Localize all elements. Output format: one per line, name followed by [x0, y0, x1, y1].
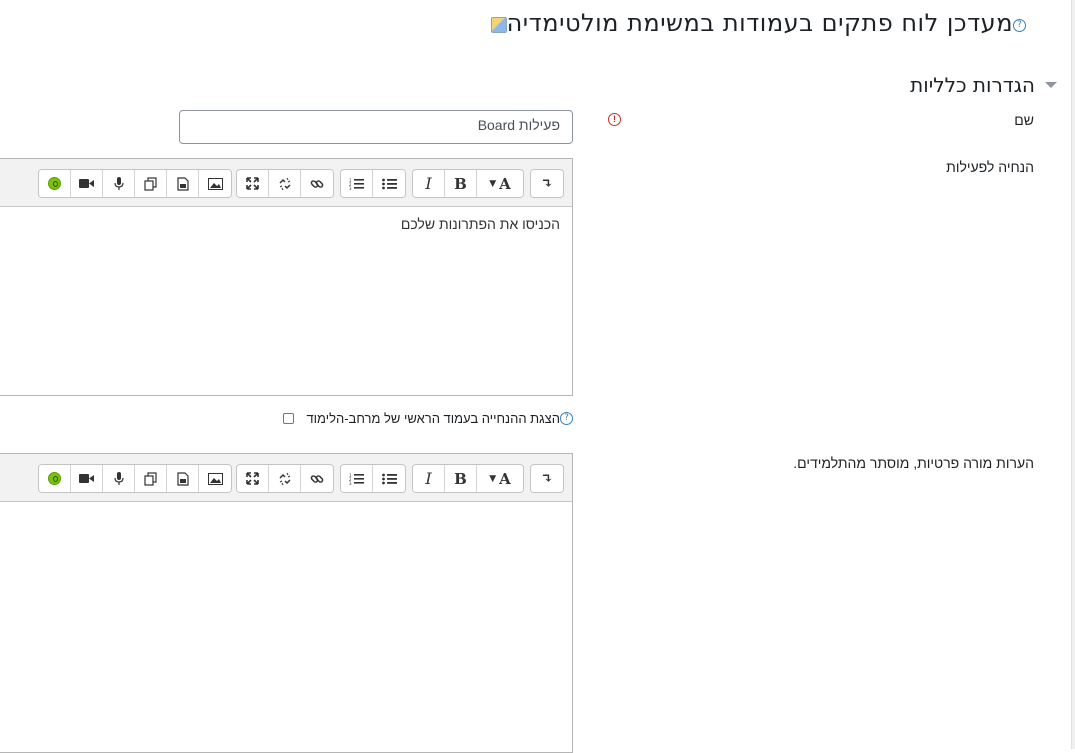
help-icon[interactable]: ? [560, 412, 573, 425]
window-edge [1071, 0, 1075, 749]
media-icon[interactable] [167, 170, 199, 197]
required-icon: ! [608, 113, 621, 126]
record-audio-icon[interactable] [103, 465, 135, 492]
toolbar-group-toggle: ↴ [530, 169, 564, 198]
toggle-toolbar-icon[interactable]: ↴ [531, 170, 563, 197]
toolbar-group-media [38, 464, 232, 493]
font-style-icon[interactable]: ▼ A [477, 465, 523, 492]
page-header: מעדכן לוח פתקים בעמודות במשימת מולטימדיה… [485, 9, 1030, 37]
unordered-list-icon[interactable] [373, 465, 405, 492]
intro-editor: 123 I B ▼ A ↴ הכניסו את הפתרונות שלכם [0, 158, 573, 396]
ordered-list-icon[interactable]: 123 [341, 465, 373, 492]
toolbar-group-links [236, 169, 334, 198]
record-video-icon[interactable] [71, 170, 103, 197]
chevron-down-icon [1045, 82, 1057, 88]
svg-text:3: 3 [349, 186, 352, 190]
media-icon[interactable] [167, 465, 199, 492]
image-icon[interactable] [199, 465, 231, 492]
name-label: שם [1014, 112, 1034, 128]
link-icon[interactable] [301, 465, 333, 492]
ordered-list-icon[interactable]: 123 [341, 170, 373, 197]
toolbar-group-toggle: ↴ [530, 464, 564, 493]
link-icon[interactable] [301, 170, 333, 197]
bold-icon[interactable]: B [445, 465, 477, 492]
record-audio-icon[interactable] [103, 170, 135, 197]
editor-toolbar: 123 I B ▼ A ↴ [0, 454, 572, 502]
section-general-toggle[interactable]: הגדרות כלליות [910, 73, 1057, 97]
svg-text:3: 3 [349, 481, 352, 485]
italic-icon[interactable]: I [413, 465, 445, 492]
teacher-notes-editor-content[interactable] [0, 502, 572, 752]
unordered-list-icon[interactable] [373, 170, 405, 197]
h5p-icon[interactable] [39, 465, 71, 492]
toolbar-group-lists: 123 [340, 464, 406, 493]
section-title: הגדרות כלליות [910, 73, 1035, 97]
manage-files-icon[interactable] [135, 465, 167, 492]
manage-files-icon[interactable] [135, 170, 167, 197]
h5p-icon[interactable] [39, 170, 71, 197]
toolbar-group-media [38, 169, 232, 198]
toggle-toolbar-icon[interactable]: ↴ [531, 465, 563, 492]
unlink-icon[interactable] [269, 170, 301, 197]
image-icon[interactable] [199, 170, 231, 197]
intro-label: הנחיה לפעילות [946, 159, 1034, 175]
name-field[interactable]: פעילות Board [179, 110, 573, 144]
record-video-icon[interactable] [71, 465, 103, 492]
teacher-notes-editor: 123 I B ▼ A ↴ [0, 453, 573, 753]
toolbar-group-format: I B ▼ A [412, 464, 524, 493]
bold-icon[interactable]: B [445, 170, 477, 197]
toolbar-group-lists: 123 [340, 169, 406, 198]
italic-icon[interactable]: I [413, 170, 445, 197]
fullscreen-icon[interactable] [237, 465, 269, 492]
unlink-icon[interactable] [269, 465, 301, 492]
fullscreen-icon[interactable] [237, 170, 269, 197]
teacher-notes-label: הערות מורה פרטיות, מוסתר מהתלמידים. [793, 455, 1034, 471]
editor-toolbar: 123 I B ▼ A ↴ [0, 159, 572, 207]
activity-board-icon [490, 17, 507, 33]
toolbar-group-links [236, 464, 334, 493]
show-description-row: הצגת ההנחייה בעמוד הראשי של מרחב-הלימוד … [275, 411, 573, 426]
show-description-label: הצגת ההנחייה בעמוד הראשי של מרחב-הלימוד [306, 411, 560, 426]
font-style-icon[interactable]: ▼ A [477, 170, 523, 197]
show-description-checkbox[interactable] [283, 413, 295, 424]
intro-text: הכניסו את הפתרונות שלכם [400, 216, 560, 232]
intro-editor-content[interactable]: הכניסו את הפתרונות שלכם [0, 207, 572, 395]
help-icon[interactable]: ? [1013, 18, 1026, 32]
page-title: מעדכן לוח פתקים בעמודות במשימת מולטימדיה [506, 9, 1013, 37]
toolbar-group-format: I B ▼ A [412, 169, 524, 198]
